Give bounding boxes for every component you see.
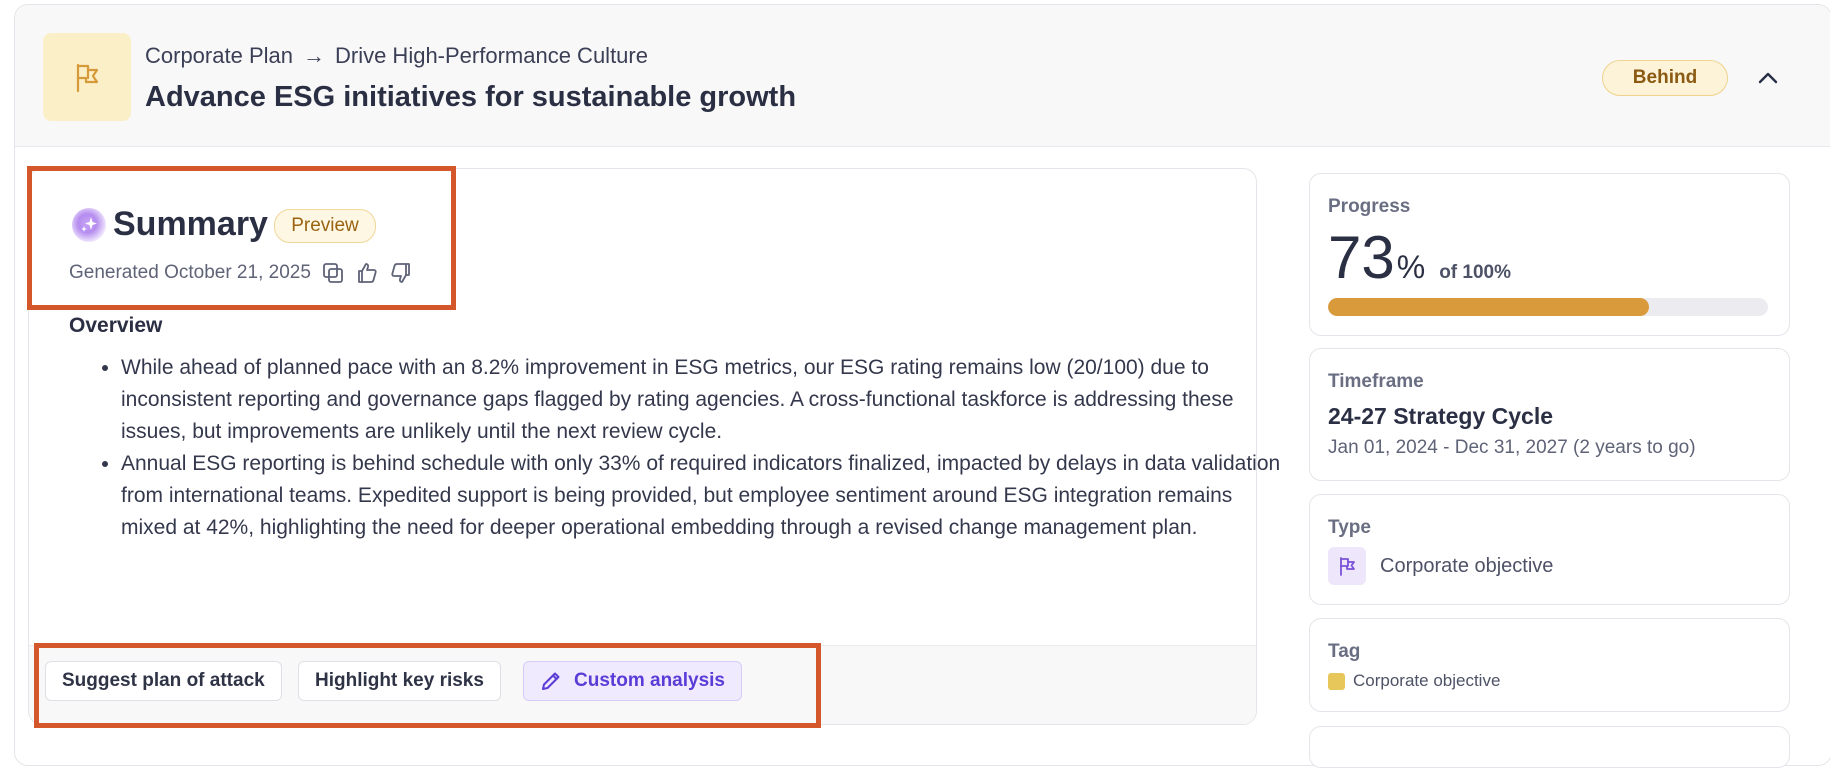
progress-number: 73 (1328, 224, 1395, 291)
objective-header: Corporate Plan → Drive High-Performance … (15, 5, 1830, 147)
preview-badge: Preview (274, 209, 376, 243)
tag-value: Corporate objective (1353, 671, 1501, 690)
progress-value: 73 % of 100% (1328, 228, 1511, 288)
highlight-risks-button[interactable]: Highlight key risks (298, 661, 501, 701)
copy-icon[interactable] (319, 259, 347, 287)
overview-bullet: While ahead of planned pace with an 8.2%… (121, 352, 1281, 448)
next-card (1309, 726, 1790, 768)
overview-list: While ahead of planned pace with an 8.2%… (69, 352, 1281, 544)
progress-target: of 100% (1439, 262, 1512, 283)
type-label: Type (1328, 517, 1371, 538)
objective-flag-icon (43, 33, 131, 121)
thumbs-down-icon[interactable] (387, 259, 415, 287)
sparkle-icon (72, 208, 106, 242)
tag-label: Tag (1328, 641, 1361, 662)
suggest-plan-button[interactable]: Suggest plan of attack (45, 661, 282, 701)
generated-row: Generated October 21, 2025 (69, 259, 415, 287)
progress-unit: % (1396, 249, 1426, 285)
timeframe-label: Timeframe (1328, 371, 1424, 392)
summary-title: Summary (113, 205, 268, 243)
custom-analysis-button[interactable]: Custom analysis (523, 661, 742, 701)
summary-card: Summary Preview Generated October 21, 20… (28, 168, 1280, 725)
flag-icon (1328, 547, 1366, 585)
breadcrumb: Corporate Plan → Drive High-Performance … (145, 43, 648, 69)
page-title: Advance ESG initiatives for sustainable … (145, 81, 797, 113)
overview-heading: Overview (69, 314, 163, 337)
type-value: Corporate objective (1380, 554, 1554, 577)
timeframe-range: Jan 01, 2024 - Dec 31, 2027 (2 years to … (1328, 437, 1696, 458)
progress-label: Progress (1328, 196, 1411, 217)
chevron-up-icon (1758, 72, 1778, 84)
timeframe-card: Timeframe 24-27 Strategy Cycle Jan 01, 2… (1309, 348, 1790, 481)
pencil-icon (542, 672, 560, 690)
progress-bar (1328, 298, 1768, 316)
status-badge: Behind (1602, 60, 1728, 96)
collapse-button[interactable] (1753, 63, 1783, 93)
arrow-right-icon: → (302, 43, 325, 68)
generated-date: Generated October 21, 2025 (69, 262, 311, 283)
tag-card: Tag Corporate objective (1309, 618, 1790, 712)
progress-card: Progress 73 % of 100% (1309, 173, 1790, 336)
overview-bullet: Annual ESG reporting is behind schedule … (121, 448, 1281, 544)
breadcrumb-parent[interactable]: Corporate Plan (145, 43, 293, 69)
type-row: Corporate objective (1328, 547, 1553, 585)
thumbs-up-icon[interactable] (353, 259, 381, 287)
timeframe-name: 24-27 Strategy Cycle (1328, 403, 1554, 429)
summary-actions: Suggest plan of attack Highlight key ris… (29, 645, 1256, 724)
custom-analysis-label: Custom analysis (574, 670, 725, 691)
progress-bar-fill (1328, 298, 1650, 316)
breadcrumb-current[interactable]: Drive High-Performance Culture (335, 43, 648, 69)
tag-color-swatch (1328, 672, 1345, 690)
type-card: Type Corporate objective (1309, 494, 1790, 605)
tag-row: Corporate objective (1328, 671, 1500, 691)
